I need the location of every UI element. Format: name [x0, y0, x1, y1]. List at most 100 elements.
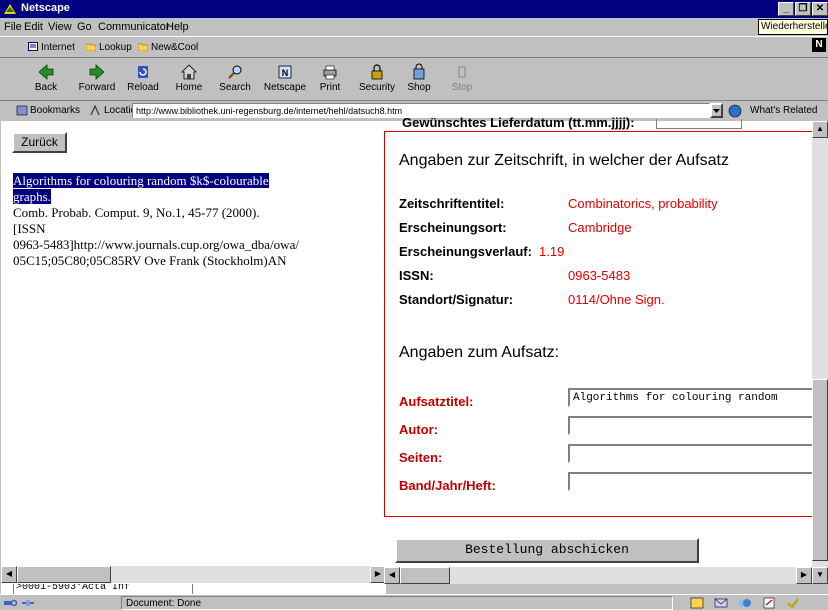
personal-toolbar: Internet Lookup New&Cool N	[0, 36, 828, 58]
record-citation: Comb. Probab. Comput. 9, No.1, 45-77 (20…	[13, 205, 260, 220]
title-bar[interactable]: Netscape _ ❐ ✕	[0, 0, 828, 18]
menu-go[interactable]: Go	[77, 21, 92, 33]
back-button-label: Back	[34, 82, 58, 93]
scroll-thumb[interactable]	[17, 566, 111, 583]
article-title-label: Aufsatztitel:	[399, 394, 474, 409]
security-key-icon[interactable]	[3, 597, 17, 609]
scroll-thumb[interactable]	[400, 567, 450, 584]
record-text: Algorithms for colouring random $k$-colo…	[13, 173, 379, 269]
left-horizontal-scrollbar[interactable]: ◀ ▶	[1, 566, 386, 583]
print-button[interactable]: Print	[308, 63, 352, 99]
author-input[interactable]	[568, 416, 823, 435]
right-vertical-scrollbar[interactable]: ▲ ▼	[812, 121, 828, 584]
menu-help[interactable]: Help	[166, 21, 189, 33]
personal-item-label: Lookup	[99, 42, 132, 53]
pages-input[interactable]	[568, 444, 823, 463]
volume-year-issue-input[interactable]	[568, 472, 823, 491]
restore-tooltip: Wiederherstellen	[758, 19, 828, 35]
stop-button-label: Stop	[451, 82, 473, 93]
checkmark-icon	[787, 598, 799, 609]
scroll-down-button[interactable]: ▼	[812, 567, 828, 584]
navigator-icon[interactable]	[690, 597, 704, 609]
page-proxy-icon[interactable]	[90, 105, 100, 116]
search-button[interactable]: Search	[213, 63, 257, 99]
back-page-button[interactable]: Zurück	[12, 132, 67, 153]
netscape-n-icon: N	[278, 65, 292, 79]
record-issn-prefix: [ISSN	[13, 221, 46, 236]
author-label: Autor:	[399, 422, 438, 437]
home-button-label: Home	[175, 82, 203, 93]
window-title: Netscape	[21, 2, 70, 14]
delivery-date-label: Gewünschtes Lieferdatum (tt.mm.jjjj):	[402, 115, 635, 130]
folder-icon	[138, 43, 148, 51]
left-frame: Zurück Algorithms for colouring random $…	[1, 121, 386, 584]
personal-item-internet[interactable]: Internet	[28, 42, 75, 53]
stop-icon	[458, 66, 466, 78]
scroll-left-button[interactable]: ◀	[384, 567, 400, 584]
article-title-input[interactable]: Algorithms for colouring random	[568, 388, 823, 407]
submit-order-button[interactable]: Bestellung abschicken	[395, 538, 699, 563]
lock-icon	[371, 64, 383, 80]
bookmarks-button[interactable]: Bookmarks	[30, 105, 80, 116]
volume-year-issue-label: Band/Jahr/Heft:	[399, 478, 496, 493]
right-horizontal-scrollbar[interactable]: ◀ ▶	[384, 567, 812, 584]
search-icon	[228, 65, 242, 79]
location-signature-value: 0114/Ohne Sign.	[568, 292, 665, 307]
home-button[interactable]: Home	[167, 63, 211, 99]
journal-heading: Angaben zur Zeitschrift, in welcher der …	[399, 152, 729, 169]
status-bar: Document: Done	[0, 594, 828, 610]
back-button[interactable]: Back	[24, 63, 68, 99]
url-dropdown-button[interactable]	[710, 103, 723, 118]
security-button[interactable]: Security	[355, 63, 399, 99]
publication-place-label: Erscheinungsort:	[399, 220, 507, 235]
home-icon	[181, 64, 197, 80]
scroll-up-button[interactable]: ▲	[812, 121, 828, 138]
shop-bag-icon	[413, 63, 425, 80]
reload-button[interactable]: Reload	[121, 63, 165, 99]
scroll-right-button[interactable]: ▶	[796, 567, 812, 584]
printer-icon	[323, 65, 337, 80]
composer-icon[interactable]	[762, 597, 776, 609]
menu-view[interactable]: View	[48, 21, 72, 33]
minimize-button[interactable]: _	[778, 2, 794, 16]
security-button-label: Security	[358, 82, 396, 93]
shop-button[interactable]: Shop	[397, 63, 441, 99]
reload-icon	[138, 66, 148, 78]
record-classification: 05C15;05C80;05C85RV Ove Frank (Stockholm…	[13, 253, 287, 268]
close-button[interactable]: ✕	[812, 2, 828, 16]
menu-file[interactable]: File	[4, 21, 22, 33]
issn-label: ISSN:	[399, 268, 434, 283]
menu-communicator[interactable]: Communicator	[98, 21, 170, 33]
issn-value: 0963-5483	[568, 268, 631, 283]
forward-button-label: Forward	[78, 82, 116, 93]
netscape-button[interactable]: N Netscape	[263, 63, 307, 99]
order-form-box: Angaben zur Zeitschrift, in welcher der …	[384, 131, 823, 517]
publication-history-value: 1.19	[539, 244, 565, 259]
netscape-n-icon: N	[812, 38, 826, 52]
maximize-button[interactable]: ❐	[795, 2, 811, 16]
left-bottom-frame: >0001-5903*Acta Inf	[1, 584, 386, 594]
forward-arrow-icon	[89, 64, 105, 80]
whats-related-button[interactable]: What's Related	[750, 105, 818, 116]
navigation-toolbar: Back Forward Reload Home Search N Netsca…	[0, 59, 828, 101]
delivery-date-field[interactable]	[656, 119, 742, 129]
scroll-left-button[interactable]: ◀	[1, 566, 17, 583]
menu-edit[interactable]: Edit	[24, 21, 43, 33]
article-heading: Angaben zum Aufsatz:	[399, 344, 560, 361]
scroll-thumb[interactable]	[812, 379, 828, 561]
record-issn-url: 0963-5483]http://www.journals.cup.org/ow…	[13, 237, 299, 252]
discussion-groups-icon[interactable]	[738, 597, 752, 609]
whats-related-icon	[728, 104, 742, 118]
forward-button[interactable]: Forward	[75, 63, 119, 99]
record-select-field[interactable]: >0001-5903*Acta Inf	[13, 584, 193, 594]
stop-button[interactable]: Stop	[440, 63, 484, 99]
shop-button-label: Shop	[407, 82, 431, 93]
mail-icon[interactable]	[714, 597, 728, 609]
record-title-line-1: Algorithms for colouring random $k$-colo…	[13, 173, 269, 188]
connection-icon	[22, 600, 34, 606]
personal-item-label: New&Cool	[151, 42, 199, 53]
personal-item-newcool[interactable]: New&Cool	[138, 42, 198, 53]
menu-bar: File Edit View Go Communicator Help	[0, 18, 828, 36]
personal-item-lookup[interactable]: Lookup	[86, 42, 132, 53]
record-title-line-2: graphs.	[13, 189, 51, 204]
